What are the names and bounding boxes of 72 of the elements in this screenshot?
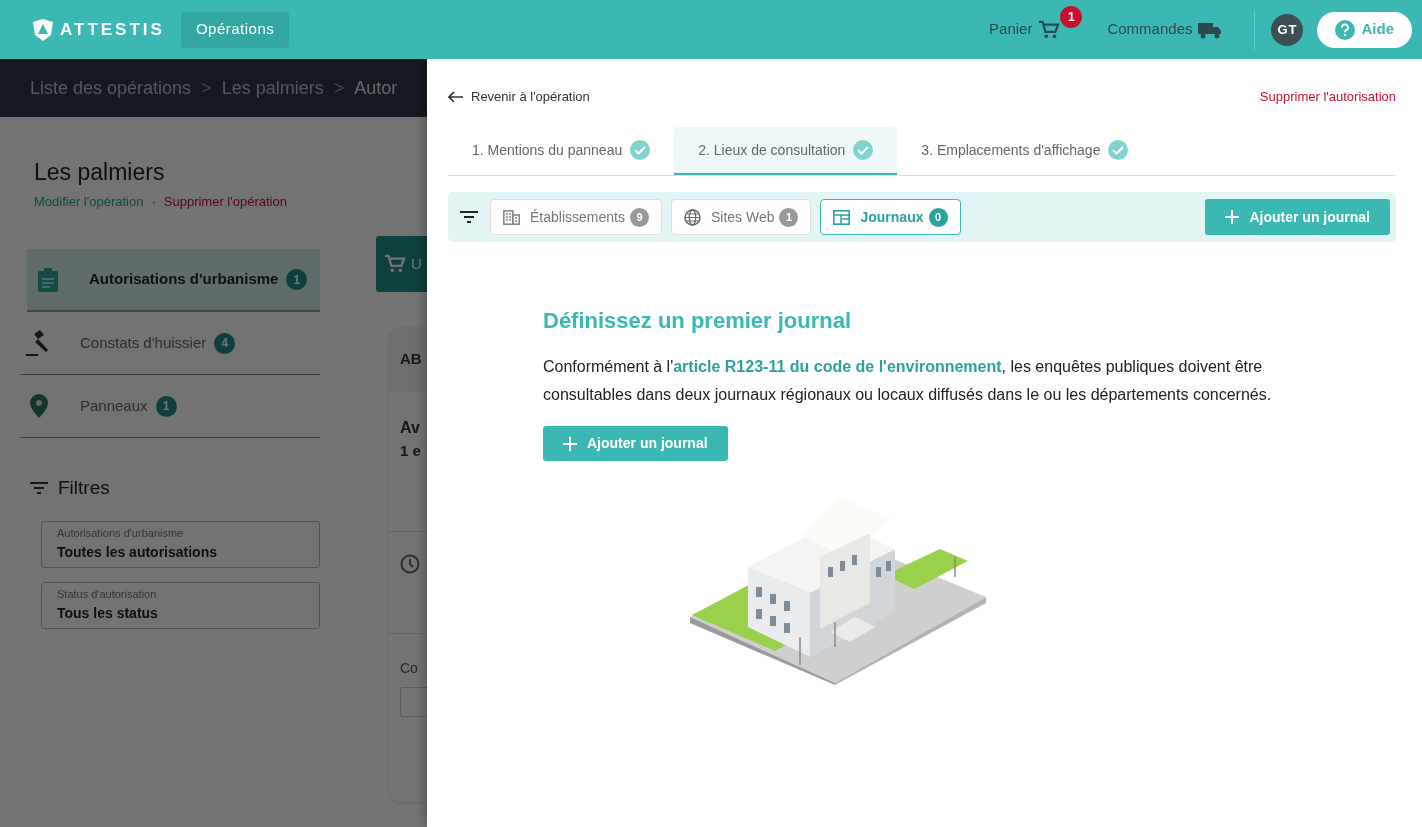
- sidebar-label: Autorisations d'urbanisme: [89, 269, 279, 290]
- count-badge: 1: [779, 207, 799, 227]
- operation-title: Les palmiers: [34, 158, 166, 187]
- edit-operation-link[interactable]: Modifier l'opération: [34, 191, 144, 211]
- card-header-text: AB: [400, 349, 422, 370]
- delete-operation-link[interactable]: Supprimer l'opération: [163, 191, 287, 211]
- empty-state-text: Conformément à l'article R123-11 du code de l'environnement, les enquêtes publiques doivent être consultables dans deux journaux régionaux ou locaux diffusés dans le ou les départements concernés.: [543, 357, 1273, 405]
- user-avatar[interactable]: GT: [1271, 13, 1304, 46]
- building-icon: [503, 209, 520, 225]
- step-tab[interactable]: 3. Emplacements d'affichage: [897, 127, 1153, 175]
- sidebar-item[interactable]: Panneaux 1: [20, 375, 320, 438]
- filter-icon: [460, 211, 478, 223]
- sidebar-label: Panneaux: [80, 395, 148, 416]
- filter-icon: [30, 482, 48, 495]
- check-circle-icon: [853, 140, 874, 160]
- newspaper-icon: [833, 209, 851, 225]
- field-label: Status d'autorisation: [57, 586, 158, 601]
- plus-icon: [1225, 210, 1240, 224]
- field-label: Autorisations d'urbanisme: [57, 525, 185, 540]
- breadcrumb-link[interactable]: Liste des opérations: [30, 74, 192, 102]
- clipboard-icon: [37, 267, 59, 292]
- field-value: Toutes les autorisations: [57, 542, 218, 562]
- empty-state-title: Définissez un premier journal: [543, 307, 853, 335]
- brand-logo-text: ATTESTIS: [60, 18, 165, 41]
- filters-heading: Filtres: [58, 476, 110, 500]
- add-journal-button[interactable]: Ajouter un journal: [1205, 199, 1390, 235]
- cart-button[interactable]: Panier: [989, 18, 1061, 41]
- help-button[interactable]: Aide: [1317, 11, 1412, 48]
- help-icon: [1335, 19, 1356, 40]
- regulation-link[interactable]: article R123-11 du code de l'environnement: [673, 358, 1002, 375]
- arrow-left-icon: [448, 91, 463, 103]
- filter-tab[interactable]: Établissements 9: [490, 199, 662, 235]
- count-badge: 1: [155, 395, 177, 417]
- filter-tab[interactable]: Sites Web 1: [670, 199, 812, 235]
- field-value: Tous les status: [57, 603, 159, 623]
- add-journal-button[interactable]: Ajouter un journal: [543, 426, 728, 461]
- sidebar-item[interactable]: Constats d'huissier 4: [20, 312, 320, 375]
- nav-tab[interactable]: Opérations: [180, 11, 290, 48]
- card-label: Co: [400, 659, 419, 678]
- cart-icon: [384, 254, 406, 274]
- count-badge: 1: [286, 269, 308, 290]
- truck-icon: [1198, 20, 1223, 39]
- cart-icon: [1038, 19, 1061, 40]
- count-badge: 0: [928, 207, 948, 227]
- delete-authorization-link[interactable]: Supprimer l'autorisation: [1259, 87, 1396, 107]
- check-circle-icon: [630, 140, 651, 160]
- breadcrumb-link[interactable]: Autor: [354, 74, 398, 102]
- sidebar-label: Constats d'huissier: [80, 332, 207, 353]
- orders-button[interactable]: Commandes: [1107, 18, 1223, 41]
- shield-logo-icon: [32, 17, 54, 42]
- breadcrumb-link[interactable]: Les palmiers: [221, 74, 324, 102]
- back-link[interactable]: Revenir à l'opération: [448, 87, 590, 107]
- select-field[interactable]: Status d'autorisation Tous les status: [41, 581, 320, 629]
- cart-count-badge: 1: [1060, 6, 1083, 29]
- select-field[interactable]: Autorisations d'urbanisme Toutes les autorisations: [41, 520, 320, 568]
- breadcrumb-separator: >: [333, 76, 345, 100]
- sidebar-item[interactable]: Autorisations d'urbanisme 1: [27, 249, 320, 312]
- filter-tab[interactable]: Journaux 0: [820, 199, 961, 235]
- card-title: Av: [400, 418, 421, 438]
- globe-icon: [683, 208, 701, 226]
- count-badge: 4: [214, 332, 236, 354]
- map-pin-icon: [30, 394, 48, 418]
- step-tab[interactable]: 2. Lieux de consultation: [674, 127, 898, 175]
- step-tab[interactable]: 1. Mentions du panneau: [448, 127, 675, 175]
- order-button[interactable]: U: [376, 236, 427, 292]
- breadcrumb-separator: >: [201, 76, 212, 100]
- clock-icon: [400, 554, 420, 574]
- count-badge: 9: [629, 207, 649, 227]
- separator-dot: ·: [151, 192, 156, 211]
- card-line: 1 e: [400, 441, 422, 461]
- plus-icon: [563, 436, 577, 451]
- check-circle-icon: [1108, 140, 1129, 160]
